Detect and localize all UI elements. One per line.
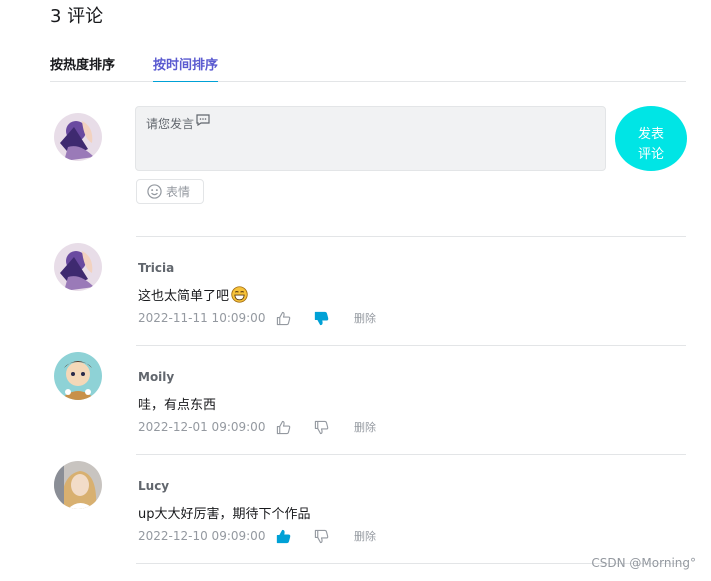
thumbs-up-icon [276, 420, 291, 434]
tab-sort-by-time[interactable]: 按时间排序 [153, 54, 219, 82]
comment-text: 哇，有点东西 [138, 394, 216, 413]
comment-text: 这也太简单了吧 [138, 285, 248, 304]
smiley-icon [147, 184, 162, 199]
divider [136, 236, 686, 237]
divider [136, 454, 686, 455]
dislike-button[interactable] [314, 528, 352, 544]
delete-button[interactable]: 删除 [354, 310, 376, 326]
sort-tabs: 按热度排序 按时间排序 [50, 50, 686, 82]
comment-text-content: 这也太简单了吧 [138, 289, 230, 304]
submit-label-line2: 评论 [637, 146, 664, 162]
watermark: CSDN @Morning° [591, 556, 696, 570]
dislike-button[interactable] [314, 310, 352, 326]
tab-sort-by-hot[interactable]: 按热度排序 [50, 54, 115, 73]
comment-input[interactable] [146, 115, 595, 162]
thumbs-down-icon [314, 529, 329, 543]
dislike-button[interactable] [314, 419, 352, 435]
thumbs-up-icon [276, 311, 291, 325]
avatar[interactable] [54, 461, 102, 509]
comment-author[interactable]: Tricia [138, 261, 174, 275]
thumbs-down-icon [314, 420, 329, 434]
delete-button[interactable]: 删除 [354, 528, 376, 544]
like-button[interactable] [276, 419, 314, 435]
comment-count: 3 评论 [50, 6, 104, 27]
comment-text-content: up大大好厉害，期待下个作品 [138, 507, 311, 522]
chat-bubble-icon [196, 114, 210, 126]
comment-text: up大大好厉害，期待下个作品 [138, 503, 311, 522]
comment-meta: 2022-12-01 09:09:00 删除 [138, 419, 376, 435]
comment-time: 2022-12-10 09:09:00 [138, 529, 266, 543]
delete-button[interactable]: 删除 [354, 419, 376, 435]
like-button[interactable] [276, 310, 314, 326]
divider [136, 345, 686, 346]
comment-time: 2022-11-11 10:09:00 [138, 311, 266, 325]
thumbs-down-icon [314, 311, 329, 325]
comment-meta: 2022-11-11 10:09:00 删除 [138, 310, 376, 326]
submit-comment-button[interactable]: 发表 评论 [615, 106, 687, 171]
comment-text-content: 哇，有点东西 [138, 398, 217, 413]
emoji-label: 表情 [166, 185, 191, 199]
like-button[interactable] [276, 528, 314, 544]
thumbs-up-icon [276, 529, 291, 543]
comment-author[interactable]: Moily [138, 370, 174, 384]
grinning-emoji-icon [231, 286, 248, 303]
avatar[interactable] [54, 352, 102, 400]
avatar[interactable] [54, 243, 102, 291]
comment-author[interactable]: Lucy [138, 479, 169, 493]
current-user-avatar [54, 113, 102, 161]
emoji-button[interactable]: 表情 [136, 179, 204, 204]
comment-time: 2022-12-01 09:09:00 [138, 420, 266, 434]
submit-label-line1: 发表 [637, 126, 664, 142]
comment-meta: 2022-12-10 09:09:00 删除 [138, 528, 376, 544]
